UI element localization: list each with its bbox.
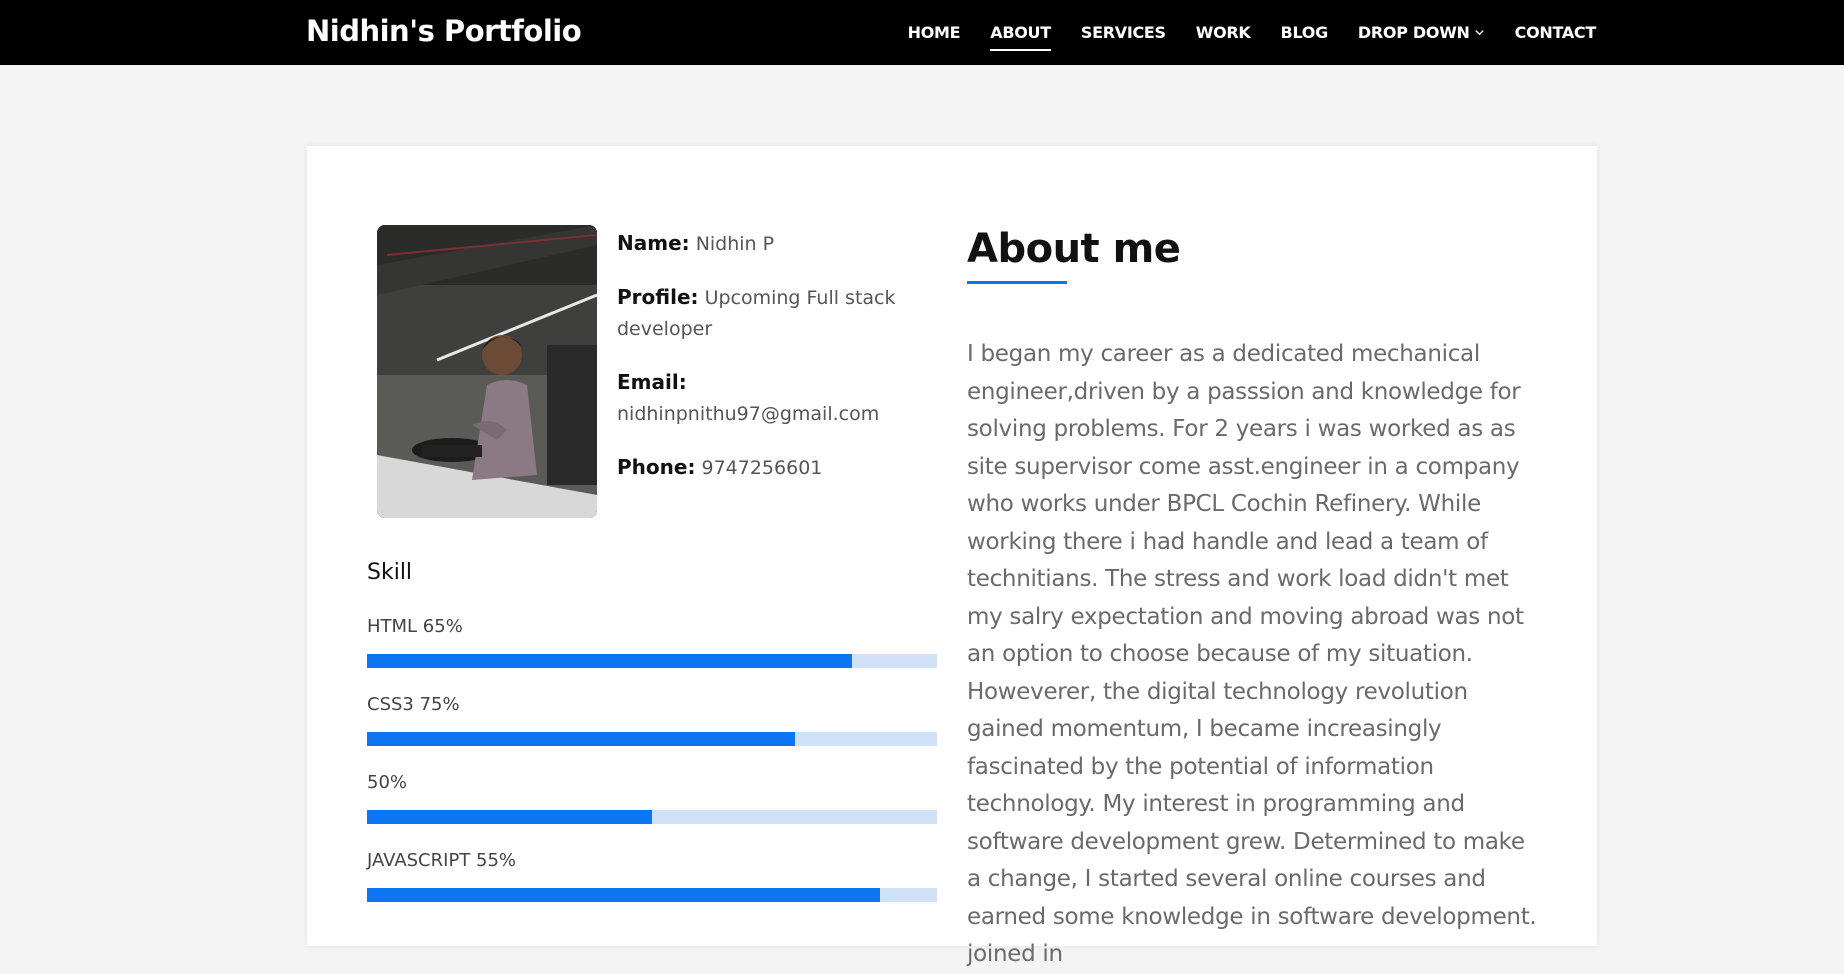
about-card: Name: Nidhin P Profile: Upcoming Full st…: [307, 146, 1597, 967]
email-value: nidhinpnithu97@gmail.com: [617, 403, 880, 425]
skill-progress-fill: [367, 654, 852, 668]
profile-photo: [377, 225, 597, 518]
navbar: Nidhin's Portfolio HOME ABOUT SERVICES W…: [0, 0, 1844, 65]
nav-blog[interactable]: BLOG: [1281, 17, 1329, 48]
email-label: Email:: [617, 370, 687, 394]
skill-progress-bar: [367, 654, 937, 668]
skill-item: HTML 65%: [367, 616, 937, 668]
about-paragraph: I began my career as a dedicated mechani…: [967, 341, 1537, 967]
about-title: About me: [967, 226, 1181, 272]
skill-item: JAVASCRIPT 55%: [367, 850, 937, 902]
phone-label: Phone:: [617, 455, 696, 479]
skill-item: 50%: [367, 772, 937, 824]
profile-info: Name: Nidhin P Profile: Upcoming Full st…: [617, 228, 947, 506]
info-name: Name: Nidhin P: [617, 228, 947, 260]
skill-progress-bar: [367, 810, 937, 824]
skill-label: 50%: [367, 772, 408, 793]
nav-services[interactable]: SERVICES: [1081, 17, 1166, 48]
brand-logo[interactable]: Nidhin's Portfolio: [306, 14, 582, 48]
skill-progress-fill: [367, 732, 795, 746]
skill-label: HTML 65%: [367, 616, 463, 637]
skill-item: CSS3 75%: [367, 694, 937, 746]
nav-contact[interactable]: CONTACT: [1515, 17, 1597, 48]
profile-photo-image: [377, 225, 597, 518]
name-label: Name:: [617, 231, 690, 255]
profile-label: Profile:: [617, 285, 699, 309]
skill-progress-fill: [367, 810, 652, 824]
nav-home[interactable]: HOME: [908, 17, 961, 48]
info-email: Email: nidhinpnithu97@gmail.com: [617, 367, 947, 430]
nav-about[interactable]: ABOUT: [990, 17, 1051, 51]
info-profile: Profile: Upcoming Full stack developer: [617, 282, 947, 345]
skill-progress-fill: [367, 888, 880, 902]
skill-title: Skill: [367, 560, 413, 585]
info-phone: Phone: 9747256601: [617, 452, 947, 484]
skill-progress-bar: [367, 888, 937, 902]
main-nav: HOME ABOUT SERVICES WORK BLOG DROP DOWN …: [908, 0, 1596, 65]
name-value: Nidhin P: [695, 233, 775, 255]
skill-progress-bar: [367, 732, 937, 746]
title-underline: [967, 281, 1067, 284]
phone-value: 9747256601: [701, 457, 823, 479]
chevron-down-icon: [1474, 30, 1484, 36]
nav-work[interactable]: WORK: [1196, 17, 1251, 48]
skill-label: CSS3 75%: [367, 694, 460, 715]
nav-dropdown[interactable]: DROP DOWN: [1358, 17, 1485, 48]
skill-label: JAVASCRIPT 55%: [367, 850, 517, 871]
nav-dropdown-label: DROP DOWN: [1357, 23, 1470, 42]
